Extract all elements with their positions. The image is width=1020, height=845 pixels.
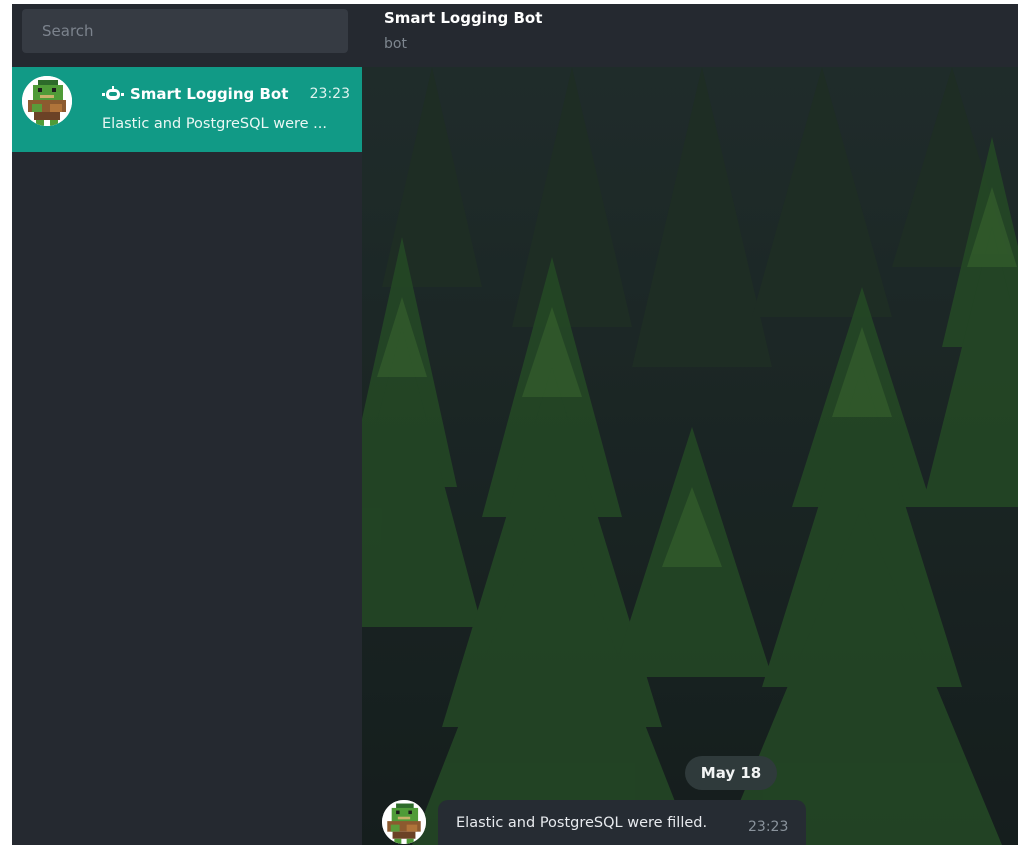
chat-avatar [22, 76, 72, 126]
messenger-window: Smart Logging Bot 23:23 Elastic and Post… [12, 4, 1018, 845]
chat-preview: Elastic and PostgreSQL were ... [102, 116, 328, 132]
search-input[interactable] [22, 9, 348, 53]
chat-pane: Smart Logging Bot bot May 18 Elastic and… [362, 4, 1018, 845]
search-bar [12, 4, 362, 67]
orc-avatar-icon [382, 800, 426, 844]
message-time: 23:23 [748, 819, 789, 835]
chat-header-title: Smart Logging Bot [384, 9, 543, 27]
chat-list-item-smart-logging-bot[interactable]: Smart Logging Bot 23:23 Elastic and Post… [12, 67, 362, 152]
chat-header[interactable]: Smart Logging Bot bot [362, 4, 1018, 67]
message-bubble[interactable]: Elastic and PostgreSQL were filled. 23:2… [438, 800, 806, 845]
date-separator: May 18 [685, 756, 777, 790]
message-avatar[interactable] [382, 800, 426, 844]
bot-icon [102, 86, 124, 100]
chat-time: 23:23 [309, 86, 350, 102]
orc-avatar-icon [22, 76, 72, 126]
message-text: Elastic and PostgreSQL were filled. [456, 815, 708, 831]
forest-wallpaper [362, 67, 1018, 845]
chat-sidebar: Smart Logging Bot 23:23 Elastic and Post… [12, 4, 362, 845]
chat-header-subtitle: bot [384, 36, 407, 52]
chat-title-row: Smart Logging Bot 23:23 [102, 82, 350, 106]
chat-title: Smart Logging Bot [130, 85, 289, 103]
